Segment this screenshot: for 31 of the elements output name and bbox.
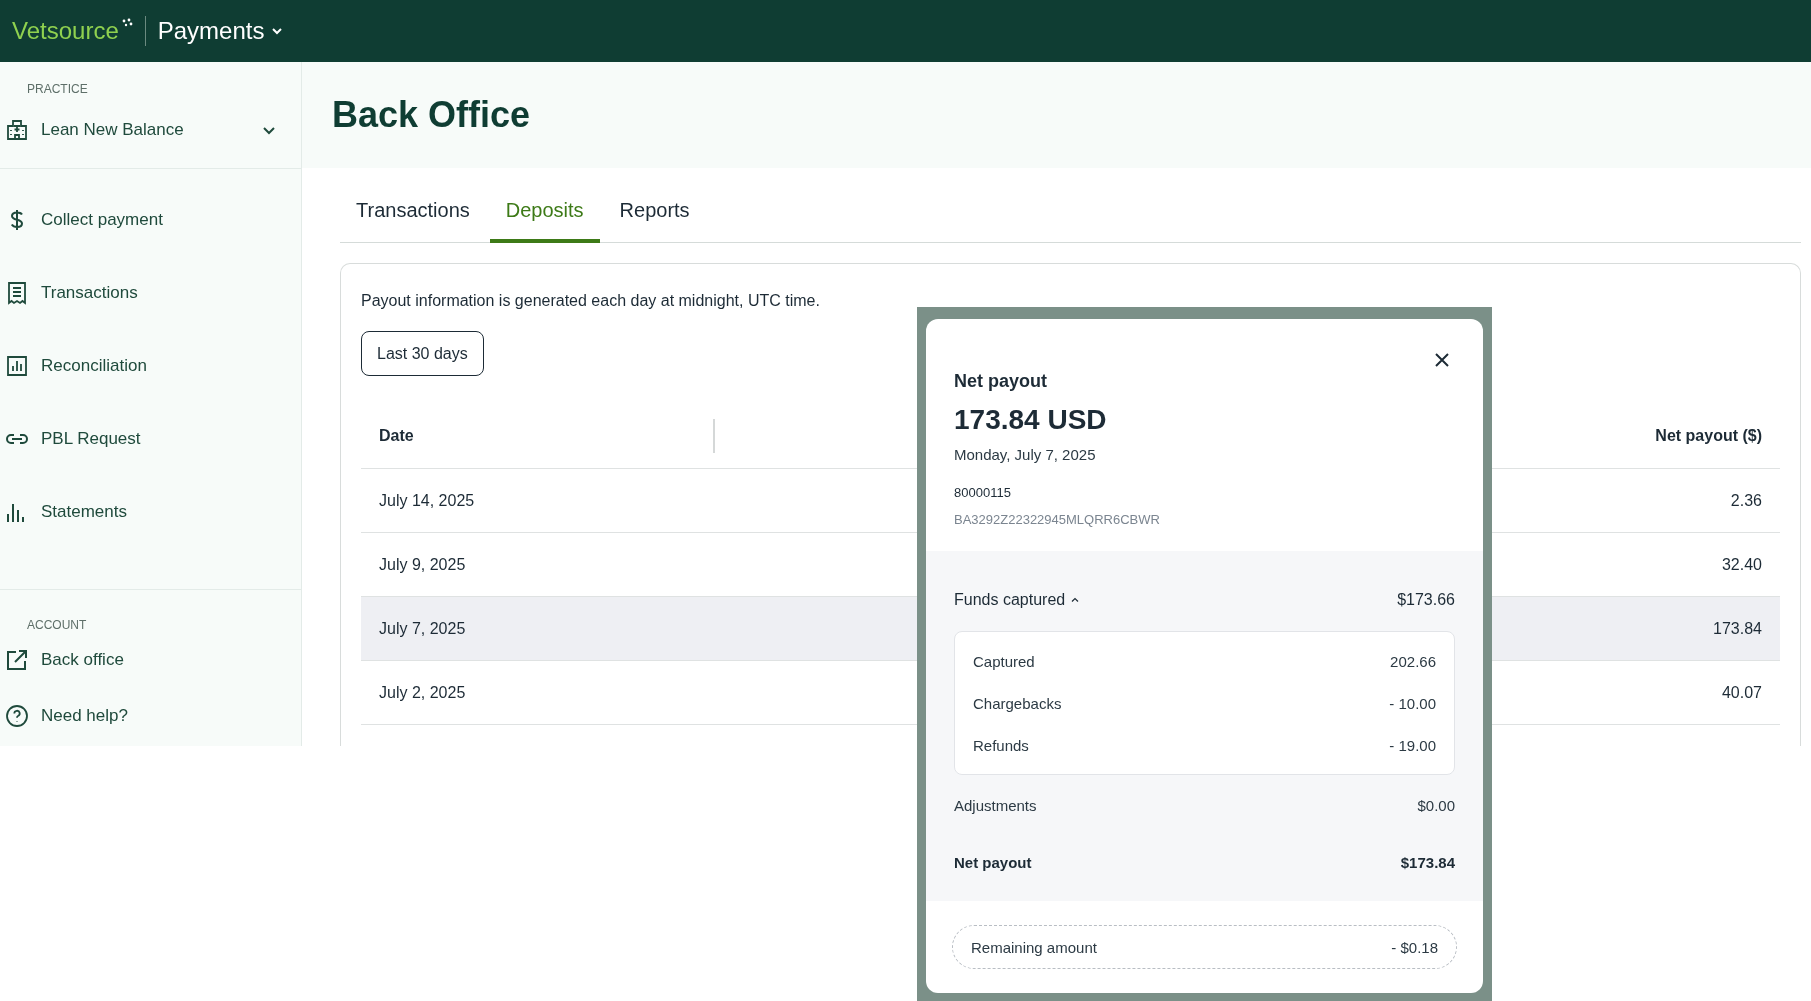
line-label: Refunds xyxy=(973,736,1029,754)
page-title: Back Office xyxy=(332,94,531,136)
line-amount: - 19.00 xyxy=(1389,736,1436,754)
reference-number: 80000115 xyxy=(954,485,1012,500)
table-cell: 2.36 xyxy=(1730,491,1762,510)
line-label: Remaining amount xyxy=(971,938,1097,956)
column-header: Date xyxy=(379,427,415,445)
line-label: Adjustments xyxy=(954,797,1037,814)
info-text: Payout information is generated each day at midnight, UTC time. xyxy=(361,292,821,310)
line-label: Net payout xyxy=(954,854,1032,871)
line-amount: $173.84 xyxy=(1400,854,1455,871)
dialog-title: Net payout xyxy=(954,371,1048,392)
payout-date: Monday, July 7, 2025 xyxy=(954,446,1097,463)
section-label: PRACTICE xyxy=(26,81,89,96)
line-amount: $0.00 xyxy=(1417,797,1455,814)
section-label: ACCOUNT xyxy=(26,617,88,632)
reference-code: BA3292Z22322945MLQRR6CBWR xyxy=(954,512,1161,527)
table-cell: 32.40 xyxy=(1721,555,1762,574)
table-cell: July 9, 2025 xyxy=(379,555,466,574)
line-amount: - 10.00 xyxy=(1389,694,1436,712)
line-label: Chargebacks xyxy=(973,694,1062,712)
table-cell: July 14, 2025 xyxy=(379,491,475,510)
column-header: Net payout ($) xyxy=(1655,427,1762,445)
table-cell: 173.84 xyxy=(1713,619,1762,638)
line-label: Captured xyxy=(973,652,1035,670)
table-cell: 40.07 xyxy=(1721,683,1762,702)
line-amount: 202.66 xyxy=(1390,652,1436,670)
payout-amount: 173.84 USD xyxy=(954,404,1108,436)
table-cell: July 2, 2025 xyxy=(379,683,466,702)
line-amount: - $0.18 xyxy=(1391,938,1438,956)
table-cell: July 7, 2025 xyxy=(379,619,466,638)
